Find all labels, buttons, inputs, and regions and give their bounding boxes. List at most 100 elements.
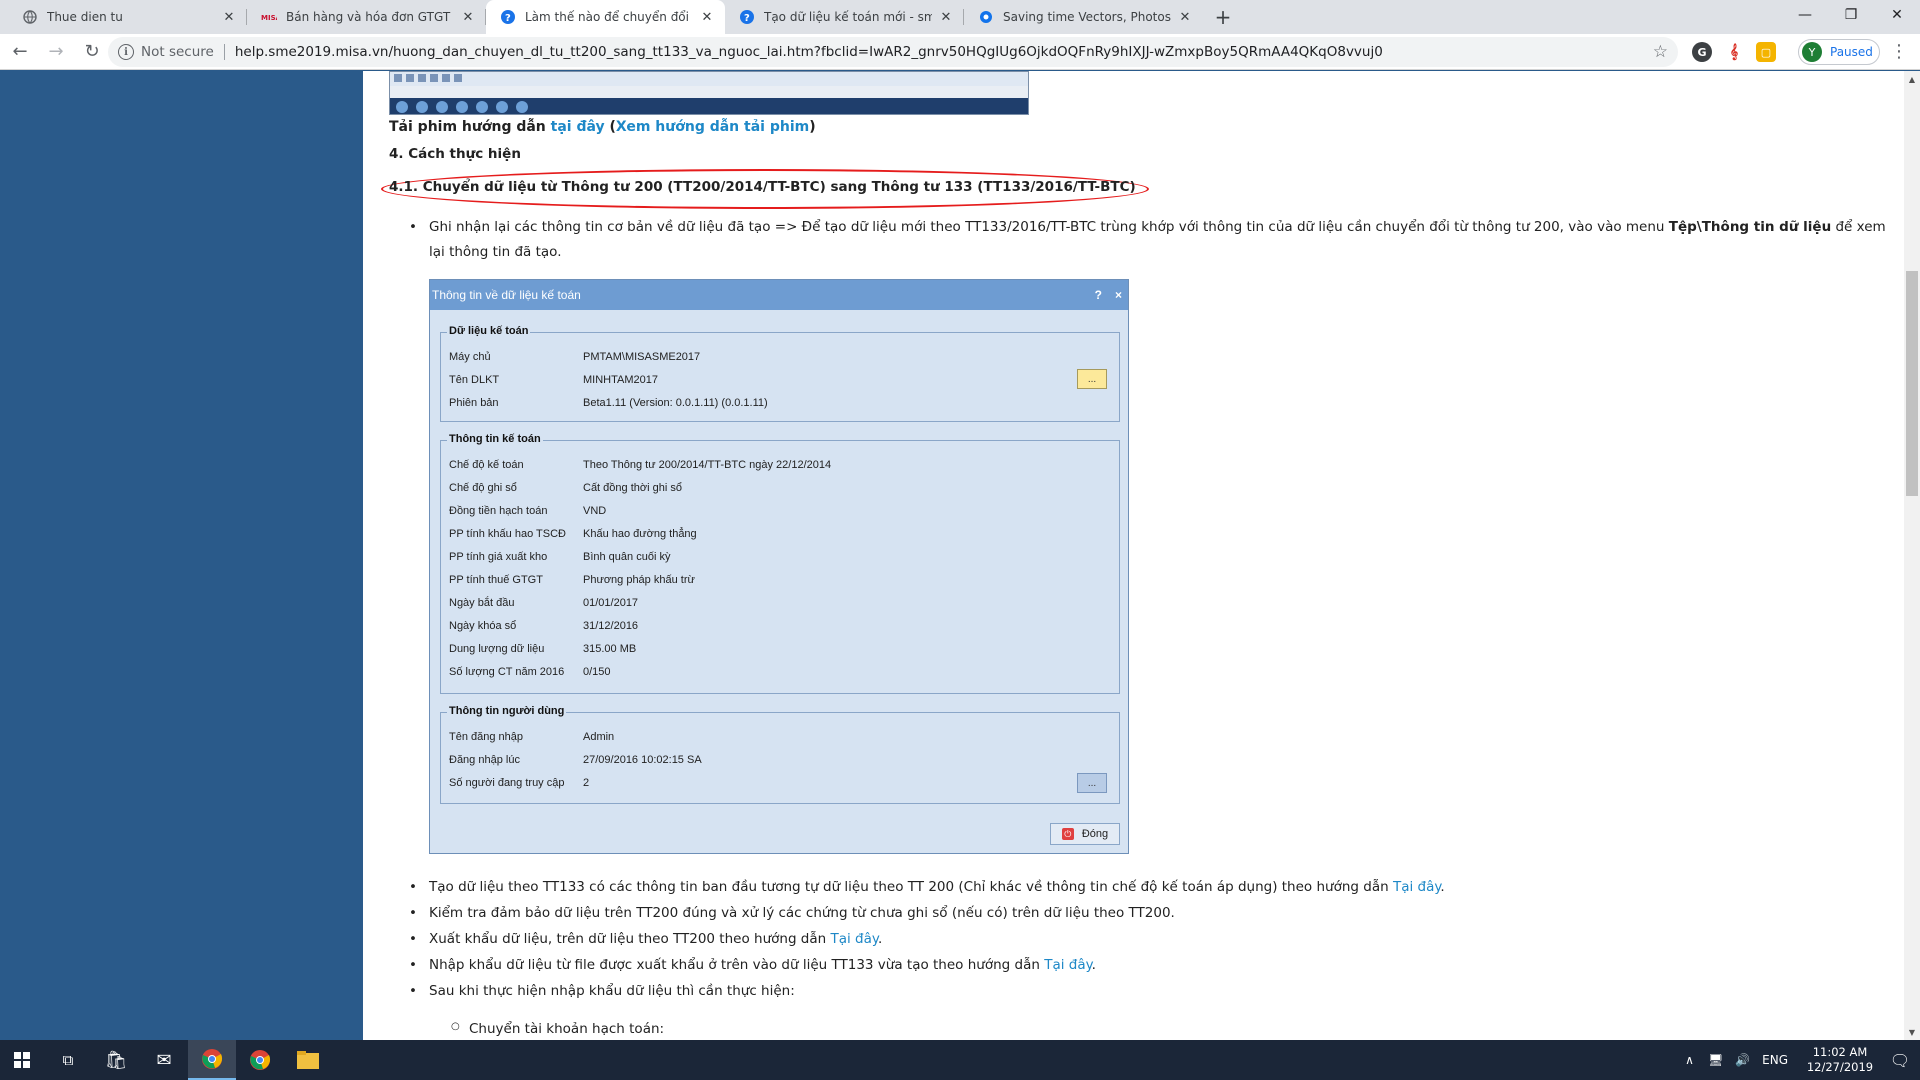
svg-text:MISA: MISA <box>261 14 277 22</box>
network-icon[interactable]: 🖥 <box>1708 1053 1723 1067</box>
close-icon: × <box>1114 288 1122 302</box>
field-label: Số lượng CT năm 2016 <box>449 666 565 678</box>
address-bar[interactable]: i Not secure help.sme2019.misa.vn/huong_… <box>108 37 1678 67</box>
tab-title: Tạo dữ liệu kế toán mới - sme <box>764 10 932 24</box>
download-guide-link[interactable]: Xem hướng dẫn tải phim <box>616 119 809 135</box>
store-icon[interactable]: 🛍 <box>92 1040 140 1080</box>
avatar: Y <box>1802 42 1822 62</box>
bullet-text: Sau khi thực hiện nhập khẩu dữ liệu thì … <box>429 983 795 999</box>
extension-icon[interactable]: G <box>1692 42 1712 62</box>
clock[interactable]: 11:02 AM 12/27/2019 <box>1800 1045 1880 1075</box>
tab-close-icon[interactable]: ✕ <box>221 9 237 25</box>
window-controls: — ❐ ✕ <box>1782 0 1920 30</box>
field-value: VND <box>583 505 607 517</box>
tab-close-icon[interactable]: ✕ <box>938 9 954 25</box>
browse-button: ... <box>1077 773 1107 793</box>
windows-start-icon[interactable] <box>0 1040 44 1080</box>
task-view-icon[interactable]: ⧉ <box>44 1040 92 1080</box>
chrome-profile-icon[interactable] <box>236 1040 284 1080</box>
scroll-thumb[interactable] <box>1906 271 1918 496</box>
language-indicator[interactable]: ENG <box>1762 1053 1788 1067</box>
field-label: PP tính thuế GTGT <box>449 574 543 586</box>
page-scrollbar[interactable]: ▲ ▼ <box>1904 71 1920 1040</box>
bullet-text: Chuyển tài khoản hạch toán: <box>469 1021 665 1037</box>
tab-tao-du-lieu[interactable]: ? Tạo dữ liệu kế toán mới - sme ✕ <box>725 0 964 34</box>
field-label: Chế độ kế toán <box>449 459 524 471</box>
security-label: Not secure <box>141 44 214 60</box>
tab-close-icon[interactable]: ✕ <box>1177 9 1193 25</box>
browser-toolbar: ← → ↻ i Not secure help.sme2019.misa.vn/… <box>0 34 1920 70</box>
tab-saving-time[interactable]: Saving time Vectors, Photos and ✕ <box>964 0 1203 34</box>
extension-icon[interactable]: 𝄞 <box>1724 42 1744 62</box>
reload-button[interactable]: ↻ <box>76 36 108 68</box>
bullet-text: . <box>1091 957 1096 973</box>
download-link[interactable]: tại đây <box>551 119 605 135</box>
field-label: Ngày khóa sổ <box>449 620 517 632</box>
bullet-text: Tạo dữ liệu theo TT133 có các thông tin … <box>429 879 1393 895</box>
clock-date: 12/27/2019 <box>1806 1060 1874 1074</box>
field-value: 01/01/2017 <box>583 597 639 609</box>
tab-title: Thue dien tu <box>47 10 123 24</box>
field-label: Dung lượng dữ liệu <box>449 643 545 655</box>
field-value: Theo Thông tư 200/2014/TT-BTC ngày 22/12… <box>583 459 832 471</box>
group-accounting-info: Thông tin kế toán Chế độ kế toán Theo Th… <box>440 433 1120 694</box>
menu-icon[interactable]: ⋮ <box>1890 42 1908 62</box>
tab-close-icon[interactable]: ✕ <box>460 9 476 25</box>
here-link[interactable]: Tại đây <box>1393 879 1440 895</box>
bullet-text: Ghi nhận lại các thông tin cơ bản về dữ … <box>429 219 1669 235</box>
tab-thue-dien-tu[interactable]: Thue dien tu ✕ <box>8 0 247 34</box>
field-value: Beta1.11 (Version: 0.0.1.11) (0.0.1.11) <box>583 397 768 409</box>
file-explorer-icon[interactable] <box>284 1040 332 1080</box>
field-value: 315.00 MB <box>583 643 637 655</box>
tab-ban-hang[interactable]: MISA Bán hàng và hóa đơn GTGT | Foru ✕ <box>247 0 486 34</box>
list-item: Nhập khẩu dữ liệu từ file được xuất khẩu… <box>409 957 1096 973</box>
data-info-dialog: Thông tin về dữ liệu kế toán ? × Dữ liệu… <box>429 279 1129 854</box>
extension-icon[interactable]: ▢ <box>1756 42 1776 62</box>
chrome-icon[interactable] <box>188 1040 236 1080</box>
mail-icon[interactable]: ✉ <box>140 1040 188 1080</box>
sub-list-item: Chuyển tài khoản hạch toán: <box>451 1021 665 1037</box>
field-label: Số người đang truy cập <box>449 777 565 789</box>
freepik-icon <box>978 9 994 25</box>
here-link[interactable]: Tại đây <box>1044 957 1091 973</box>
field-value: 0/150 <box>583 666 611 678</box>
tab-close-icon[interactable]: ✕ <box>699 9 715 25</box>
bullet-text: . <box>877 931 883 947</box>
field-label: Tên đăng nhập <box>449 731 524 743</box>
browse-button: ... <box>1077 369 1107 389</box>
forward-button[interactable]: → <box>40 36 72 68</box>
scroll-up-icon[interactable]: ▲ <box>1904 71 1920 87</box>
section-title: 4. Cách thực hiện <box>389 146 521 162</box>
field-label: Đăng nhập lúc <box>449 754 520 766</box>
bullet-text: Xuất khẩu dữ liệu, trên dữ liệu theo TT2… <box>429 931 831 947</box>
bullet-continuation: lại thông tin đã tạo. <box>429 244 562 260</box>
bookmark-star-icon[interactable]: ☆ <box>1653 42 1668 62</box>
svg-text:?: ? <box>744 13 750 24</box>
field-value: Phương pháp khấu trừ <box>583 574 695 586</box>
back-button[interactable]: ← <box>4 36 36 68</box>
help-icon: ? <box>1094 288 1102 302</box>
close-window-button[interactable]: ✕ <box>1874 0 1920 30</box>
tab-title: Bán hàng và hóa đơn GTGT | Foru <box>286 10 454 24</box>
new-tab-button[interactable]: + <box>1209 3 1237 31</box>
bullet-text: Kiểm tra đảm bảo dữ liệu trên TT200 đúng… <box>429 905 1175 921</box>
tab-lam-the-nao[interactable]: ? Làm thế nào để chuyển đổi dữ liệ ✕ <box>486 0 725 34</box>
bullet-text: Nhập khẩu dữ liệu từ file được xuất khẩu… <box>429 957 1045 973</box>
scroll-down-icon[interactable]: ▼ <box>1904 1024 1920 1040</box>
info-icon[interactable]: i <box>118 44 134 60</box>
field-label: Ngày bắt đầu <box>449 597 515 609</box>
notification-icon[interactable]: 🗨 <box>1880 1051 1920 1070</box>
minimize-button[interactable]: — <box>1782 0 1828 30</box>
globe-icon <box>22 9 38 25</box>
profile-button[interactable]: Y Paused <box>1798 39 1880 65</box>
url-text[interactable]: help.sme2019.misa.vn/huong_dan_chuyen_dl… <box>235 44 1383 60</box>
maximize-button[interactable]: ❐ <box>1828 0 1874 30</box>
help-icon: ? <box>500 9 516 25</box>
here-link[interactable]: Tại đây <box>831 931 878 947</box>
bullet-text: để xem <box>1831 219 1886 235</box>
volume-icon[interactable]: 🔊 <box>1735 1053 1750 1067</box>
dialog-title: Thông tin về dữ liệu kế toán <box>432 288 581 302</box>
menu-path: Tệp\Thông tin dữ liệu <box>1668 219 1832 235</box>
dialog-close-button: ⏻ Đóng <box>1050 823 1120 845</box>
chevron-up-icon[interactable]: ∧ <box>1685 1053 1694 1067</box>
